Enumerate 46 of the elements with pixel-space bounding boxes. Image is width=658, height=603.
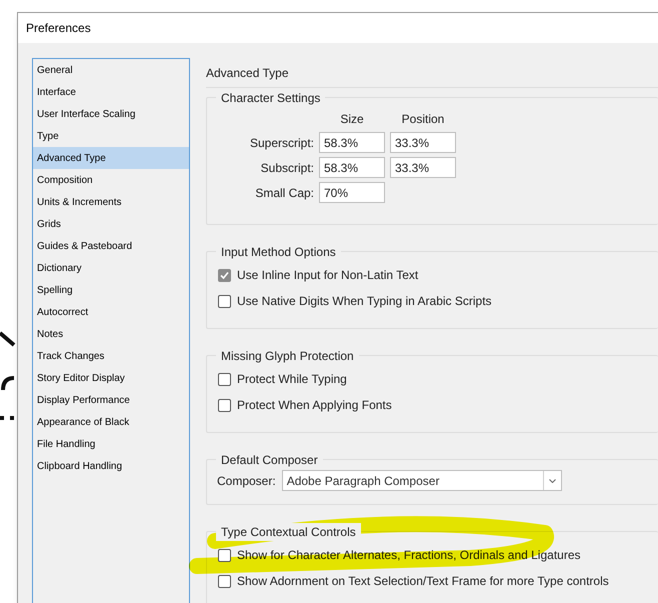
checkbox[interactable] [218,268,231,282]
field-label: Superscript: [248,134,314,152]
category-item[interactable]: Grids [33,213,189,235]
checkbox-label: Show Adornment on Text Selection/Text Frame for more Type controls [237,573,609,590]
checkbox[interactable] [218,574,231,588]
category-item[interactable]: Composition [33,169,189,191]
category-item[interactable]: Guides & Pasteboard [33,235,189,257]
category-item[interactable]: Appearance of Black [33,411,189,433]
category-item[interactable]: Notes [33,323,189,345]
category-item[interactable]: General [33,59,189,81]
field-label: Composer: [217,472,276,490]
column-header: Size [339,111,365,128]
input-field[interactable]: 58.3% [319,132,385,153]
composer-dropdown[interactable]: Adobe Paragraph Composer [282,470,562,491]
checkbox[interactable] [218,294,231,308]
category-item[interactable]: Clipboard Handling [33,455,189,477]
checkbox-label: Protect While Typing [237,371,347,388]
checkbox-label: Use Inline Input for Non-Latin Text [237,267,418,284]
input-field[interactable]: 33.3% [390,132,456,153]
group-title: Type Contextual Controls [216,523,361,541]
category-item[interactable]: Track Changes [33,345,189,367]
category-item[interactable]: Autocorrect [33,301,189,323]
chevron-down-icon [548,478,556,482]
checkbox[interactable] [218,548,231,562]
category-item[interactable]: Type [33,125,189,147]
input-field[interactable]: 70% [319,182,385,203]
checkbox-label: Use Native Digits When Typing in Arabic Scripts [237,293,492,310]
panel-title: Advanced Type [206,66,289,80]
category-item[interactable]: Display Performance [33,389,189,411]
column-header: Position [400,111,446,128]
category-item[interactable]: Story Editor Display [33,367,189,389]
checkbox-label: Protect When Applying Fonts [237,397,392,414]
category-item[interactable]: Interface [33,81,189,103]
checkbox[interactable] [218,398,231,412]
category-item[interactable]: File Handling [33,433,189,455]
input-field[interactable]: 33.3% [390,157,456,178]
category-item[interactable]: Units & Increments [33,191,189,213]
field-label: Subscript: [260,160,314,176]
window-title: Preferences [26,20,91,37]
checkbox[interactable] [218,372,231,386]
field-label: Small Cap: [254,184,314,202]
category-item[interactable]: User Interface Scaling [33,103,189,125]
category-item[interactable]: Spelling [33,279,189,301]
category-item[interactable]: Advanced Type [33,147,189,169]
category-item[interactable]: Dictionary [33,257,189,279]
input-field[interactable]: 58.3% [319,157,385,178]
